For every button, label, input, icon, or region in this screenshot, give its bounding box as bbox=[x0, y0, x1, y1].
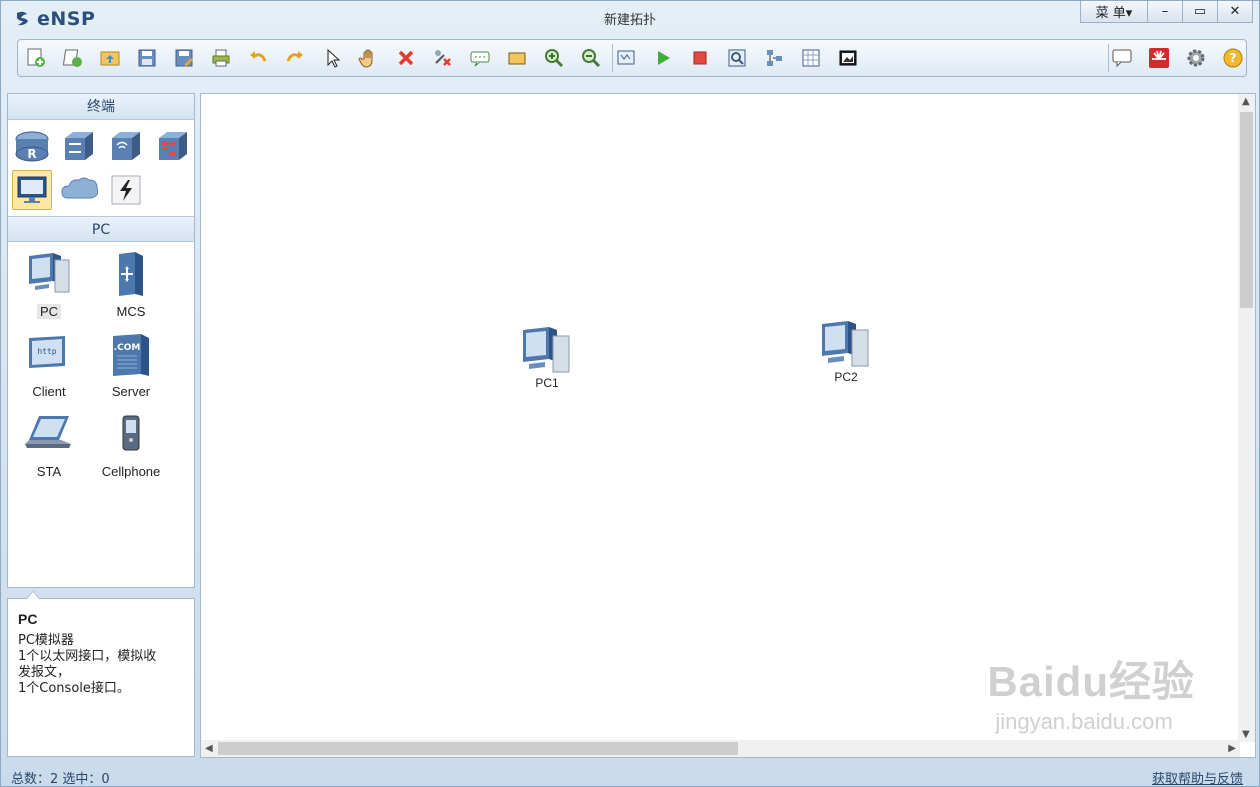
device-item-mcs[interactable]: MCS bbox=[90, 248, 172, 328]
svg-text:R: R bbox=[27, 147, 36, 161]
title-bar: eNSP 新建拓扑 菜 单▾ – ▭ ✕ bbox=[1, 1, 1259, 35]
category-grid: R bbox=[8, 120, 194, 216]
server-icon: .COM bbox=[107, 328, 155, 380]
huawei-logo-icon[interactable] bbox=[1145, 44, 1173, 72]
vertical-scroll-thumb[interactable] bbox=[1240, 112, 1253, 308]
cellphone-icon bbox=[107, 408, 155, 460]
status-bar: 总数：2 选中：0 获取帮助与反馈 bbox=[1, 763, 1259, 787]
topology-node-pc2[interactable]: PC2 bbox=[818, 318, 874, 384]
save-as-icon[interactable] bbox=[170, 44, 198, 72]
scroll-up-icon[interactable]: ▲ bbox=[1242, 96, 1250, 107]
terminal-category-icon[interactable] bbox=[12, 170, 52, 210]
device-label: Server bbox=[111, 384, 151, 399]
pc-icon bbox=[822, 321, 869, 367]
select-icon[interactable] bbox=[318, 44, 346, 72]
help-icon[interactable]: ? bbox=[1219, 44, 1247, 72]
description-line: 1个Console接口。 bbox=[18, 681, 130, 696]
device-item-server[interactable]: .COM Server bbox=[90, 328, 172, 408]
device-type-header: PC bbox=[8, 216, 194, 242]
device-label: STA bbox=[36, 464, 62, 479]
open-icon[interactable] bbox=[96, 44, 124, 72]
horizontal-scrollbar[interactable]: ◀ ▶ bbox=[201, 740, 1240, 757]
switch-category-icon[interactable] bbox=[59, 126, 99, 166]
pc-icon bbox=[523, 327, 570, 373]
watermark-title: Baidu经验 bbox=[987, 658, 1195, 705]
pan-hand-icon[interactable] bbox=[355, 44, 383, 72]
description-line: PC模拟器 bbox=[18, 633, 74, 648]
stop-device-icon[interactable] bbox=[686, 44, 714, 72]
svg-text:http: http bbox=[37, 347, 56, 356]
sta-icon bbox=[23, 408, 75, 460]
category-header: 终端 bbox=[8, 94, 194, 120]
pc-icon bbox=[25, 248, 73, 300]
chat-icon[interactable] bbox=[1108, 44, 1136, 72]
scroll-right-icon[interactable]: ▶ bbox=[1228, 743, 1236, 754]
window-controls: 菜 单▾ – ▭ ✕ bbox=[1080, 1, 1253, 23]
client-icon: http bbox=[25, 328, 73, 380]
ensp-window: eNSP 新建拓扑 菜 单▾ – ▭ ✕ ? 终端 R PC PC MCS ht… bbox=[0, 0, 1260, 787]
device-item-pc[interactable]: PC bbox=[8, 248, 90, 328]
device-panel: 终端 R PC PC MCS http Client .COM Server S… bbox=[7, 93, 195, 588]
device-label: MCS bbox=[116, 304, 146, 319]
node-label: PC2 bbox=[834, 370, 858, 384]
grid-icon[interactable] bbox=[797, 44, 825, 72]
help-feedback-link[interactable]: 获取帮助与反馈 bbox=[1152, 768, 1243, 787]
vertical-scrollbar[interactable]: ▲ ▼ bbox=[1238, 94, 1255, 742]
start-device-icon[interactable] bbox=[649, 44, 677, 72]
scroll-left-icon[interactable]: ◀ bbox=[205, 743, 213, 754]
device-label: PC bbox=[36, 304, 62, 319]
topology-node-pc1[interactable]: PC1 bbox=[519, 324, 575, 390]
capture-icon[interactable] bbox=[723, 44, 751, 72]
new-example-icon[interactable] bbox=[59, 44, 87, 72]
rectangle-icon[interactable] bbox=[503, 44, 531, 72]
link-category-icon[interactable] bbox=[106, 170, 146, 210]
print-icon[interactable] bbox=[207, 44, 235, 72]
description-line: 1个以太网接口，模拟收 bbox=[18, 649, 157, 664]
node-label: PC1 bbox=[535, 376, 559, 390]
zoom-in-icon[interactable] bbox=[540, 44, 568, 72]
save-icon[interactable] bbox=[133, 44, 161, 72]
screenshot-icon[interactable] bbox=[834, 44, 862, 72]
watermark-url: jingyan.baidu.com bbox=[995, 709, 1173, 734]
mcs-icon bbox=[107, 248, 155, 300]
zoom-out-icon[interactable] bbox=[577, 44, 605, 72]
svg-text:?: ? bbox=[1230, 51, 1237, 65]
horizontal-scroll-thumb[interactable] bbox=[218, 742, 738, 755]
device-item-sta[interactable]: STA bbox=[8, 408, 90, 488]
redo-icon[interactable] bbox=[281, 44, 309, 72]
description-pointer bbox=[26, 591, 40, 599]
wlan-category-icon[interactable] bbox=[106, 126, 146, 166]
new-topology-icon[interactable] bbox=[22, 44, 50, 72]
firewall-category-icon[interactable] bbox=[153, 126, 193, 166]
device-description: PC PC模拟器 1个以太网接口，模拟收 发报文， 1个Console接口。 bbox=[7, 591, 195, 757]
fit-view-icon[interactable] bbox=[612, 44, 640, 72]
topology-canvas[interactable]: PC1 PC2 Baidu经验 jingyan.baidu.com ▲ ▼ ◀ … bbox=[200, 93, 1256, 758]
undo-icon[interactable] bbox=[244, 44, 272, 72]
settings-gear-icon[interactable] bbox=[1182, 44, 1210, 72]
status-counts: 总数：2 选中：0 bbox=[11, 772, 110, 787]
description-line: 发报文， bbox=[18, 665, 71, 680]
window-title: 新建拓扑 bbox=[603, 13, 656, 28]
cloud-category-icon[interactable] bbox=[59, 170, 99, 210]
device-item-cellphone[interactable]: Cellphone bbox=[90, 408, 172, 488]
topology-icon[interactable] bbox=[760, 44, 788, 72]
device-grid: PC MCS http Client .COM Server STA Cellp… bbox=[8, 242, 194, 488]
scroll-down-icon[interactable]: ▼ bbox=[1242, 729, 1250, 740]
text-icon[interactable] bbox=[466, 44, 494, 72]
device-label: Cellphone bbox=[101, 464, 161, 479]
delete-link-icon[interactable] bbox=[429, 44, 457, 72]
device-label: Client bbox=[32, 384, 66, 399]
menu-button[interactable]: 菜 单▾ bbox=[1080, 1, 1148, 23]
device-item-client[interactable]: http Client bbox=[8, 328, 90, 408]
minimize-button[interactable]: – bbox=[1147, 1, 1183, 23]
maximize-button[interactable]: ▭ bbox=[1182, 1, 1218, 23]
baidu-watermark: Baidu经验 jingyan.baidu.com bbox=[987, 648, 1195, 735]
delete-icon[interactable] bbox=[392, 44, 420, 72]
svg-text:.COM: .COM bbox=[114, 343, 141, 353]
router-category-icon[interactable]: R bbox=[12, 126, 52, 166]
main-toolbar: ? bbox=[17, 39, 1247, 77]
description-title: PC bbox=[18, 611, 38, 627]
close-button[interactable]: ✕ bbox=[1217, 1, 1253, 23]
